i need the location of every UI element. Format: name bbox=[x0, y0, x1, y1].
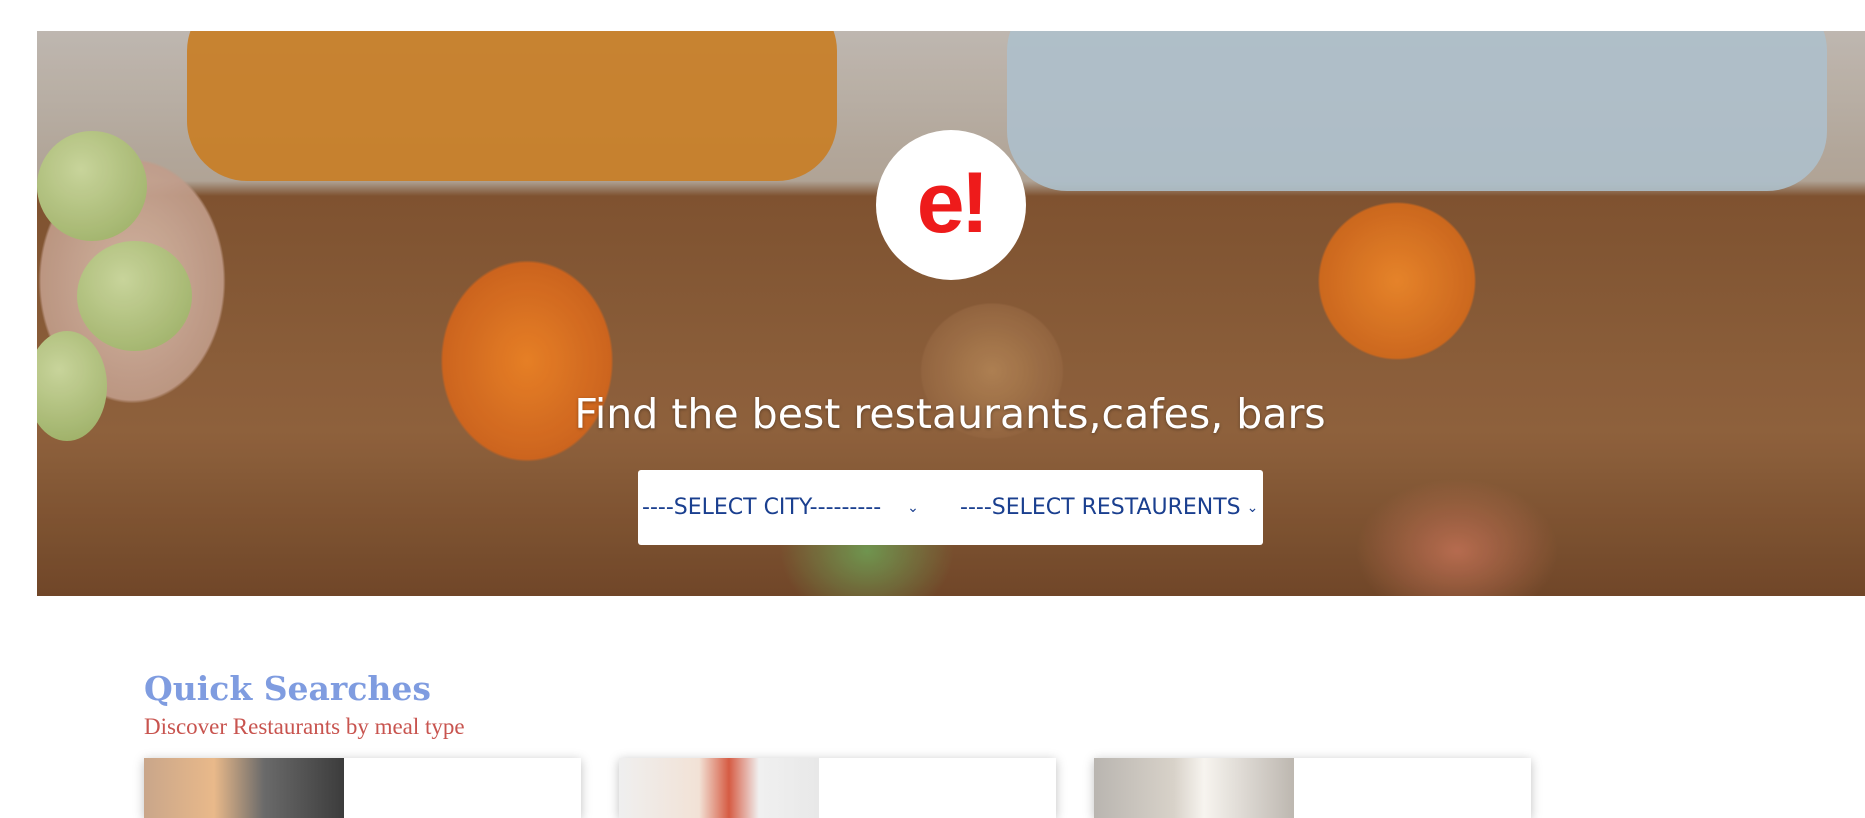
quick-searches-title: Quick Searches bbox=[144, 669, 431, 708]
search-select-bar: ----SELECT CITY--------- ⌄ ----SELECT RE… bbox=[638, 470, 1263, 545]
snacks-image bbox=[1094, 758, 1294, 818]
logo-text: e! bbox=[916, 155, 989, 251]
city-select-value: ----SELECT CITY--------- bbox=[642, 495, 882, 520]
meal-type-card[interactable] bbox=[619, 758, 1056, 818]
chevron-down-icon: ⌄ bbox=[1246, 499, 1259, 516]
meal-type-card[interactable] bbox=[144, 758, 581, 818]
city-select[interactable]: ----SELECT CITY--------- ⌄ bbox=[638, 470, 952, 545]
chevron-down-icon: ⌄ bbox=[907, 499, 919, 516]
lunch-image bbox=[619, 758, 819, 818]
breakfast-image bbox=[144, 758, 344, 818]
meal-type-card[interactable] bbox=[1094, 758, 1531, 818]
restaurant-select[interactable]: ----SELECT RESTAURENTS ⌄ bbox=[952, 470, 1258, 545]
restaurant-select-value: ----SELECT RESTAURENTS bbox=[960, 495, 1241, 520]
brand-logo[interactable]: e! bbox=[876, 130, 1026, 280]
hero-tagline: Find the best restaurants,cafes, bars bbox=[574, 390, 1326, 438]
quick-searches-subtitle: Discover Restaurants by meal type bbox=[144, 714, 465, 739]
